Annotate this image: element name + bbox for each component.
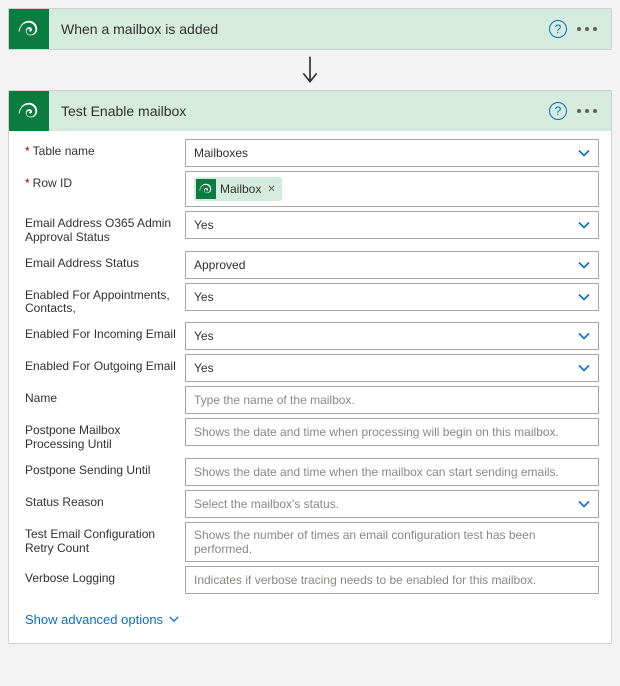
dataverse-icon [196,179,216,199]
dataverse-icon [9,91,49,131]
trigger-title: When a mailbox is added [49,21,549,37]
field-table-name[interactable]: Mailboxes [185,139,599,167]
field-enabled-out[interactable]: Yes [185,354,599,382]
label-verbose: Verbose Logging [21,566,185,594]
chevron-down-icon [578,498,590,510]
field-status-reason[interactable]: Select the mailbox's status. [185,490,599,518]
chevron-down-icon [578,259,590,271]
field-enabled-in[interactable]: Yes [185,322,599,350]
label-enabled-out: Enabled For Outgoing Email [21,354,185,382]
label-table-name: Table name [21,139,185,167]
help-icon[interactable]: ? [549,102,567,120]
field-postpone-proc[interactable]: Shows the date and time when processing … [185,418,599,446]
label-email-status: Email Address Status [21,251,185,279]
field-name[interactable]: Type the name of the mailbox. [185,386,599,414]
label-row-id: Row ID [21,171,185,199]
label-retry-count: Test Email Configuration Retry Count [21,522,185,558]
trigger-card[interactable]: When a mailbox is added ? [8,8,612,50]
label-postpone-proc: Postpone Mailbox Processing Until [21,418,185,454]
help-icon[interactable]: ? [549,20,567,38]
label-status-reason: Status Reason [21,490,185,518]
label-postpone-send: Postpone Sending Until [21,458,185,486]
chevron-down-icon [578,219,590,231]
field-email-status[interactable]: Approved [185,251,599,279]
close-icon[interactable]: ✕ [267,184,275,195]
field-enabled-appt[interactable]: Yes [185,283,599,311]
label-name: Name [21,386,185,414]
field-retry-count[interactable]: Shows the number of times an email confi… [185,522,599,562]
action-header[interactable]: Test Enable mailbox ? [9,91,611,131]
chevron-down-icon [169,612,179,627]
chevron-down-icon [578,147,590,159]
field-postpone-send[interactable]: Shows the date and time when the mailbox… [185,458,599,486]
label-enabled-in: Enabled For Incoming Email [21,322,185,350]
field-email-o365[interactable]: Yes [185,211,599,239]
dynamic-token[interactable]: Mailbox ✕ [194,177,282,201]
action-card: Test Enable mailbox ? Table name Mailbox… [8,90,612,644]
chevron-down-icon [578,291,590,303]
dataverse-icon [9,9,49,49]
chevron-down-icon [578,362,590,374]
flow-arrow-icon [300,50,320,90]
show-advanced-options[interactable]: Show advanced options [21,612,179,627]
action-title: Test Enable mailbox [49,103,549,119]
label-enabled-appt: Enabled For Appointments, Contacts, [21,283,185,319]
field-row-id[interactable]: Mailbox ✕ [185,171,599,207]
more-icon[interactable] [573,27,601,31]
chevron-down-icon [578,330,590,342]
field-verbose[interactable]: Indicates if verbose tracing needs to be… [185,566,599,594]
more-icon[interactable] [573,109,601,113]
label-email-o365: Email Address O365 Admin Approval Status [21,211,185,247]
